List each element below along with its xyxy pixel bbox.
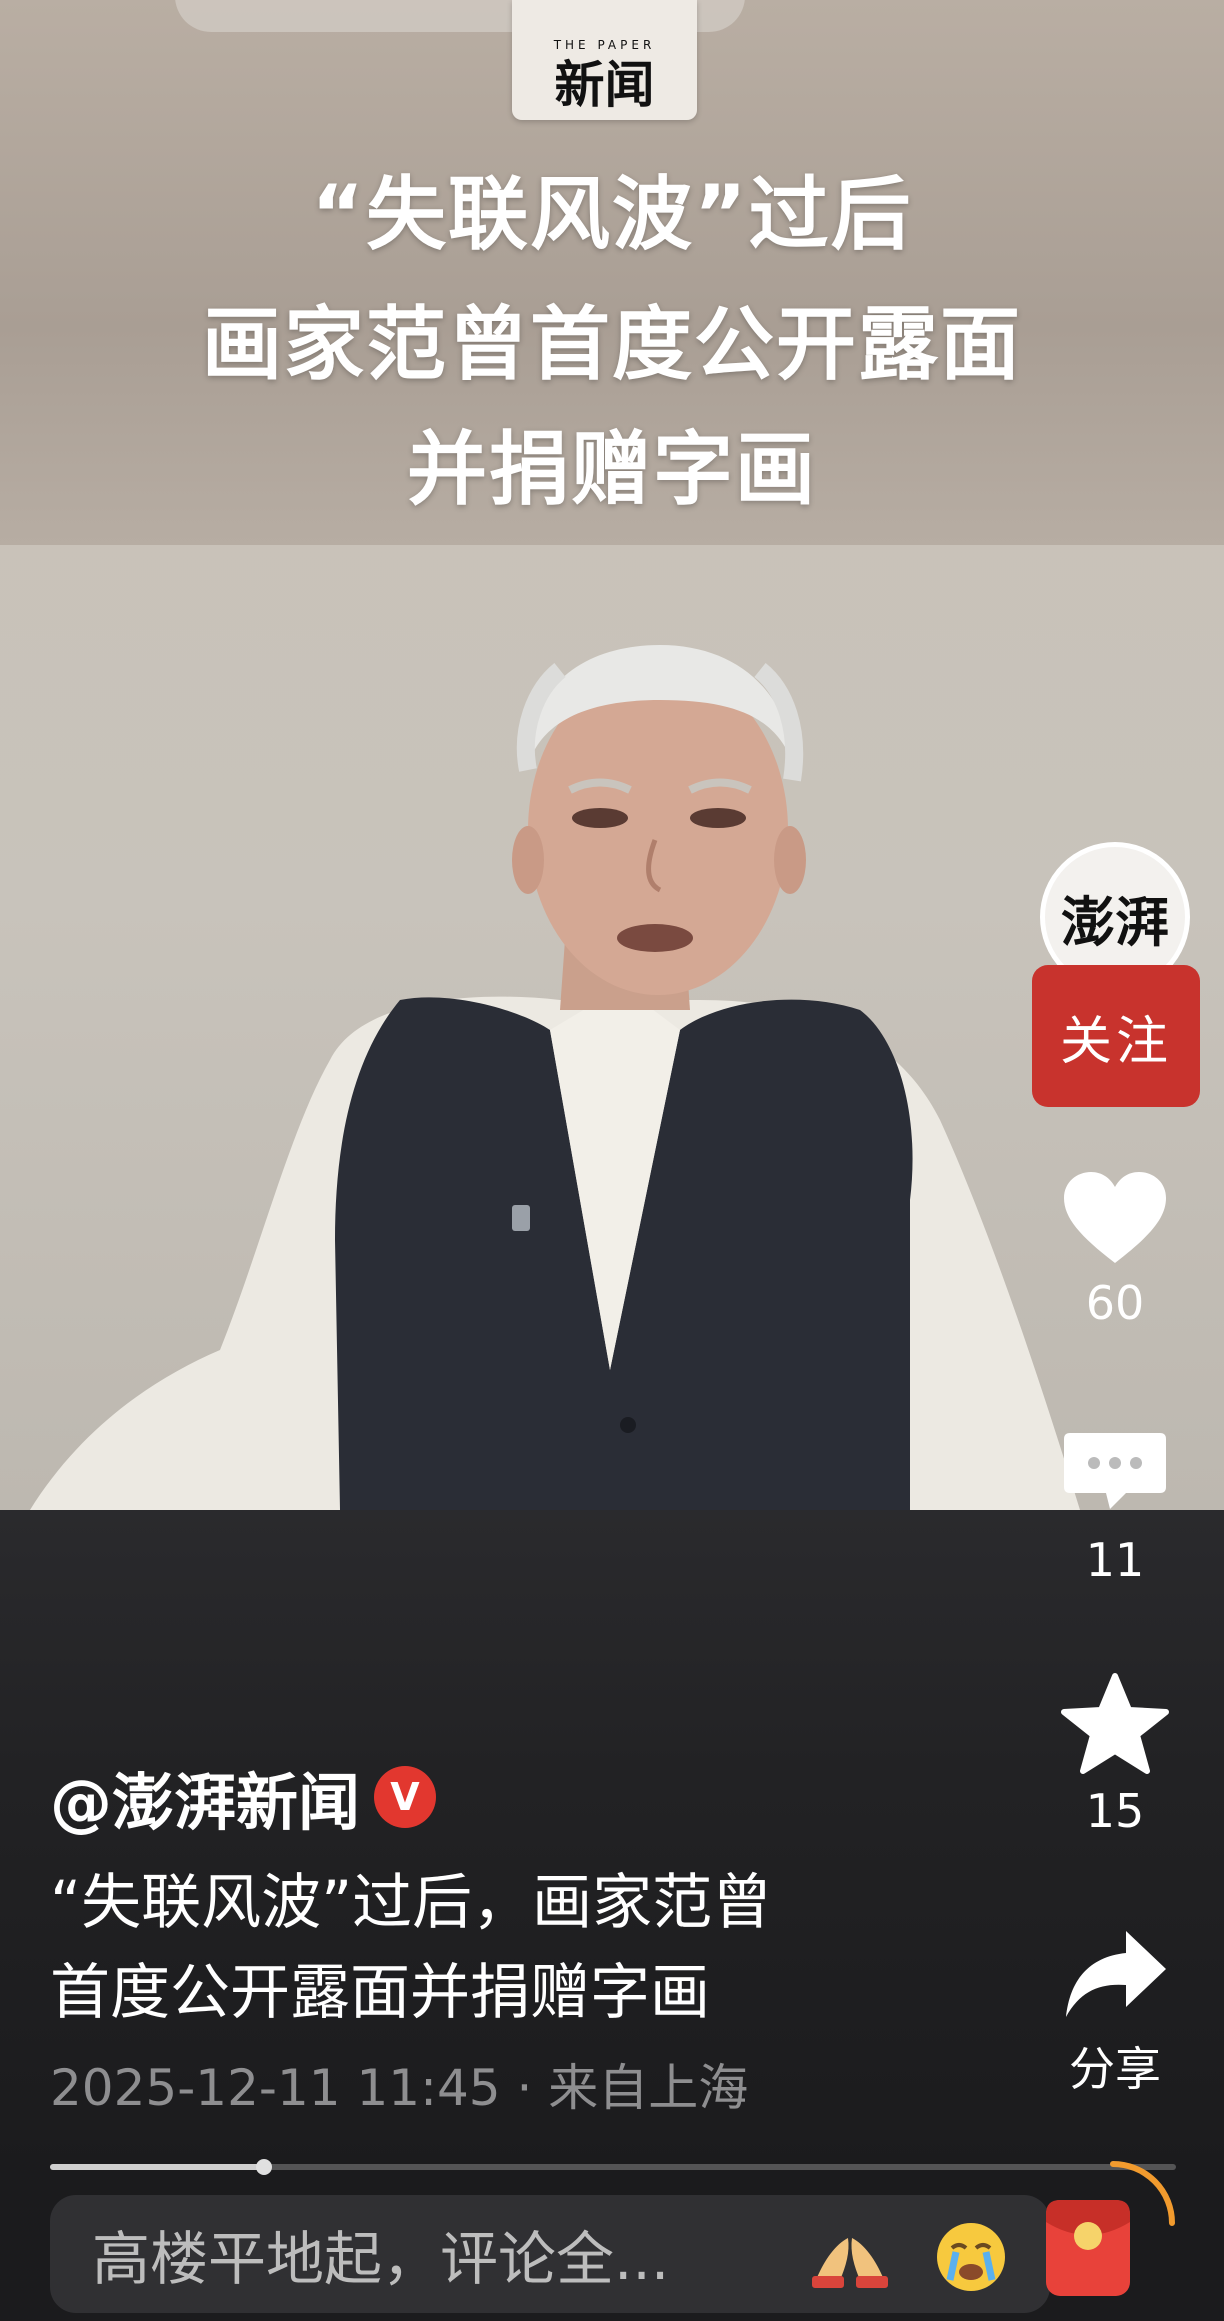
like-count: 60 xyxy=(1085,1276,1145,1330)
comment-input[interactable]: 高楼平地起，评论全... xyxy=(50,2195,1050,2313)
author-handle[interactable]: @澎湃新闻 xyxy=(50,1752,360,1842)
like-button[interactable]: 60 xyxy=(1040,1168,1190,1330)
red-packet-icon[interactable] xyxy=(1038,2192,1138,2302)
avatar-text: 澎湃 xyxy=(1061,889,1169,954)
post-meta: 2025-12-11 11:45 · 来自上海 xyxy=(50,2059,749,2117)
post-caption: “失联风波”过后，画家范曾 首度公开露面并捐赠字画 xyxy=(50,1858,950,2038)
video-progress-bar[interactable] xyxy=(50,2159,1176,2175)
heart-icon xyxy=(1064,1172,1166,1263)
verified-badge: V xyxy=(374,1766,437,1828)
favorite-button[interactable]: 15 xyxy=(1040,1672,1190,1838)
comment-placeholder: 高楼平地起，评论全... xyxy=(92,2225,670,2293)
caption-line-1: “失联风波”过后，画家范曾 xyxy=(50,1868,773,1938)
share-button[interactable]: 分享 xyxy=(1040,1925,1190,2099)
share-label: 分享 xyxy=(1069,2042,1161,2096)
favorite-count: 15 xyxy=(1085,1784,1145,1838)
follow-button[interactable]: 关注 xyxy=(1032,965,1200,1107)
author-name[interactable]: @澎湃新闻 V xyxy=(50,1752,437,1842)
clap-emoji-icon[interactable] xyxy=(810,2230,890,2290)
progress-handle[interactable] xyxy=(255,2159,272,2175)
comment-count: 11 xyxy=(1085,1533,1145,1587)
caption-line-2: 首度公开露面并捐赠字画 xyxy=(50,1958,710,2028)
progress-fill xyxy=(50,2164,264,2170)
crying-emoji-icon[interactable] xyxy=(932,2218,1010,2296)
comment-icon xyxy=(1064,1433,1166,1509)
star-icon xyxy=(1061,1673,1169,1774)
comment-button[interactable]: 11 xyxy=(1040,1425,1190,1587)
share-icon xyxy=(1066,1931,1166,2017)
